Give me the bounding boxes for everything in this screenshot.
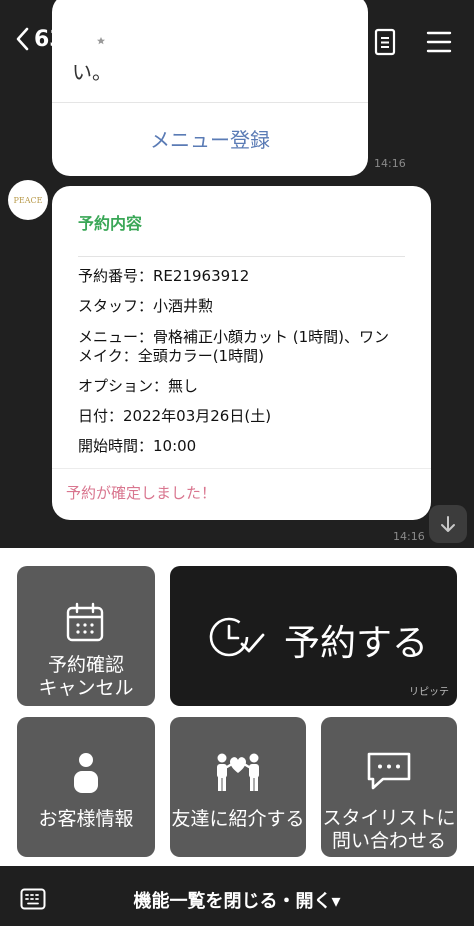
chat-area[interactable]: い。 メニュー登録 14:16 63 PEACEhair PEACE 予約内容 … [0,0,474,548]
menu-icon[interactable] [426,28,452,56]
chevron-left-icon [16,27,29,51]
divider [52,468,431,469]
friends-heart-icon [217,753,259,791]
confirm-cancel-tile[interactable]: 予約確認 キャンセル [17,566,155,706]
booking-title: 予約内容 [78,214,143,233]
customer-info-label: お客様情報 [38,808,134,830]
unread-count: 63 [34,26,65,52]
booking-message-bubble: 予約内容 予約番号：RE21963912 スタッフ：小酒井勲 メニュー：骨格補正… [52,186,431,520]
confirm-label: 予約確認 [47,654,124,676]
search-icon[interactable] [320,28,348,56]
menu-line-2: メイク：全頭カラー(1時間) [78,347,264,365]
menu-register-button[interactable]: メニュー登録 [52,124,368,153]
notes-icon[interactable] [373,28,397,56]
staff-name: スタッフ：小酒井勲 [78,297,214,315]
ask-stylist-tile[interactable]: スタイリストに 問い合わせる [321,717,457,857]
calendar-icon [66,602,104,642]
message-timestamp: 14:16 [393,530,425,543]
person-icon [74,753,98,793]
arrow-down-icon [441,516,455,532]
customer-info-tile[interactable]: お客様情報 [17,717,155,857]
message-timestamp: 14:16 [374,157,406,170]
divider [78,256,405,257]
menu-line-1: メニュー：骨格補正小顔カット (1時間)、ワン [78,328,390,346]
refer-friend-label: 友達に紹介する [171,808,305,830]
shield-icon [94,32,108,50]
reserve-label: 予約する [284,623,429,664]
chat-title: PEACEhair [116,28,242,53]
ask-stylist-label-1: スタイリストに [322,807,456,829]
cancel-label: キャンセル [38,677,134,699]
reserve-sub-label: リピッテ [409,687,449,698]
reservation-number: 予約番号：RE21963912 [78,267,250,285]
rich-menu-toggle-bar[interactable]: 機能一覧を閉じる・開く▾ [0,866,474,926]
ask-stylist-label-2: 問い合わせる [331,830,446,852]
rich-menu-toggle-label[interactable]: 機能一覧を閉じる・開く▾ [0,887,474,913]
chat-bubble-icon [367,752,411,790]
reserve-tile[interactable]: 予約する リピッテ [170,566,457,706]
start-time-line: 開始時間：10:00 [78,437,197,455]
rich-menu: 予約確認 キャンセル 予約する リピッテ お客様情報 友達に紹介する スタイリス… [0,548,474,866]
refer-friend-tile[interactable]: 友達に紹介する [170,717,306,857]
scroll-down-button[interactable] [429,505,467,543]
chat-header: 63 PEACEhair [0,0,474,84]
date-line: 日付：2022年03月26日(土) [78,407,272,425]
option-line: オプション：無し [78,377,199,395]
divider [52,102,368,103]
back-button[interactable]: 63 [14,26,65,52]
confirmation-text: 予約が確定しました！ [66,484,217,502]
clock-check-icon [209,617,265,657]
avatar[interactable]: PEACE [8,180,48,220]
